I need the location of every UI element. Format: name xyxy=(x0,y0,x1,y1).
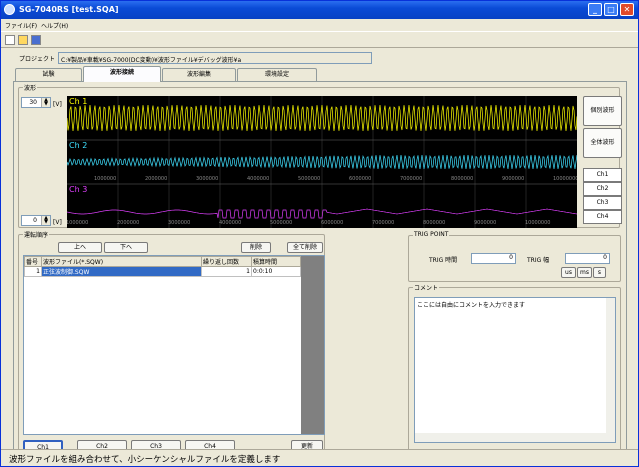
maximize-button[interactable]: □ xyxy=(604,3,618,16)
project-path: C:¥製品¥車載¥SG-7000(DC変動)¥波形ファイル¥デバッグ波形¥a xyxy=(58,52,372,64)
row-file[interactable]: 正弦波制御.SQW xyxy=(41,266,202,277)
minimize-button[interactable]: _ xyxy=(588,3,602,16)
table-header: 番号 波形ファイル(*.SQW) 繰り返し回数 積算時間 xyxy=(24,256,301,267)
trig-time-label: TRIG 時間 xyxy=(429,257,458,264)
time-tick-label: 7000000 xyxy=(372,220,394,226)
time-tick-label: 9000000 xyxy=(474,220,496,226)
wave-group: 波形 30 ▲ ▼ [V] 0 ▲ ▼ [V] Ch 1 Ch 2 Ch 3 1000000 1… xyxy=(18,83,622,228)
trig-group-label: TRIG POINT xyxy=(413,231,450,238)
menu-help[interactable]: ヘルプ(H) xyxy=(41,21,68,30)
table-empty-area xyxy=(24,277,301,434)
upper-voltage-value: 30 xyxy=(29,99,37,106)
time-tick-label: 3000000 xyxy=(168,220,190,226)
channel-selector: Ch1 Ch2 Ch3 Ch4 xyxy=(583,168,622,224)
upper-unit: [V] xyxy=(53,101,62,108)
time-tick-label: 4000000 xyxy=(247,176,269,182)
waveform-display[interactable]: Ch 1 Ch 2 Ch 3 1000000 1000000 2000000 2000000… xyxy=(66,96,578,228)
row-repeat[interactable]: 1 xyxy=(201,266,252,277)
tab-settings[interactable]: 環境設定 xyxy=(237,68,317,81)
lower-voltage-value: 0 xyxy=(33,217,37,224)
comment-vscrollbar[interactable] xyxy=(606,298,615,442)
time-tick-label: 2000000 xyxy=(117,220,139,226)
new-file-icon[interactable] xyxy=(5,35,15,45)
row-number: 1 xyxy=(24,266,42,277)
wave-group-label: 波形 xyxy=(23,83,38,92)
order-group: 運転順序 上へ 下へ 削除 全て削除 番号 波形ファイル(*.SQW) 繰り返し… xyxy=(18,230,325,455)
time-tick-label: 3000000 xyxy=(196,176,218,182)
menu-file[interactable]: ファイル(F) xyxy=(5,21,37,30)
waveform-plot: Ch 1 Ch 2 Ch 3 1000000 1000000 2000000 2000000… xyxy=(66,96,578,228)
all-wave-button[interactable]: 全体波形 xyxy=(583,128,622,158)
open-folder-icon[interactable] xyxy=(18,35,28,45)
time-tick-label: 6000000 xyxy=(321,220,343,226)
col-number[interactable]: 番号 xyxy=(24,256,42,267)
tab-panel: 波形 30 ▲ ▼ [V] 0 ▲ ▼ [V] Ch 1 Ch 2 Ch 3 1000000 1… xyxy=(13,81,627,459)
channel-button-3[interactable]: Ch3 xyxy=(583,196,622,210)
spin-arrows-icon[interactable]: ▲ ▼ xyxy=(41,98,50,107)
time-tick-label: 8000000 xyxy=(451,176,473,182)
order-table[interactable]: 番号 波形ファイル(*.SQW) 繰り返し回数 積算時間 1 正弦波制御.SQW… xyxy=(23,255,325,435)
toolbar xyxy=(1,31,638,48)
time-tick-label: 8000000 xyxy=(423,220,445,226)
channel-label-2: Ch 2 xyxy=(69,141,87,150)
comment-textarea[interactable]: ここには自由にコメントを入力できます xyxy=(414,297,616,443)
channel-button-4[interactable]: Ch4 xyxy=(583,210,622,224)
tab-test[interactable]: 試験 xyxy=(15,68,82,81)
time-tick-label: 1000000 xyxy=(94,176,116,182)
row-time: 0:0:10 xyxy=(251,266,301,277)
project-row: プロジェクト C:¥製品¥車載¥SG-7000(DC変動)¥波形ファイル¥デバッ… xyxy=(1,50,638,66)
channel-label-1: Ch 1 xyxy=(69,97,87,106)
comment-group-label: コメント xyxy=(413,283,440,292)
order-group-label: 運転順序 xyxy=(23,230,50,239)
time-tick-label: 6000000 xyxy=(349,176,371,182)
time-tick-label: 7000000 xyxy=(400,176,422,182)
move-down-button[interactable]: 下へ xyxy=(104,242,148,253)
title-bar: SG-7040RS [test.SQA] _ □ ✕ xyxy=(1,1,638,19)
upper-voltage-spinner[interactable]: 30 ▲ ▼ xyxy=(21,97,51,108)
channel-button-2[interactable]: Ch2 xyxy=(583,182,622,196)
table-row[interactable]: 1 正弦波制御.SQW 1 0:0:10 xyxy=(24,266,301,277)
tab-wave-edit[interactable]: 波形編集 xyxy=(162,68,236,81)
status-bar: 波形ファイルを組み合わせて、小シーケンシャルファイルを定義します xyxy=(1,449,638,466)
delete-button[interactable]: 削除 xyxy=(241,242,271,253)
lower-unit: [V] xyxy=(53,219,62,226)
spin-arrows-icon[interactable]: ▲ ▼ xyxy=(41,216,50,225)
individual-wave-button[interactable]: 個別波形 xyxy=(583,96,622,126)
time-tick-label: 5000000 xyxy=(298,176,320,182)
app-icon xyxy=(4,4,15,15)
col-file[interactable]: 波形ファイル(*.SQW) xyxy=(41,256,202,267)
delete-all-button[interactable]: 全て削除 xyxy=(287,242,323,253)
save-icon[interactable] xyxy=(31,35,41,45)
trig-width-input[interactable]: 0 xyxy=(565,253,610,264)
time-tick-label: 1000000 xyxy=(67,220,88,226)
col-time[interactable]: 積算時間 xyxy=(251,256,301,267)
time-tick-label: 5000000 xyxy=(270,220,292,226)
unit-ms-button[interactable]: ms xyxy=(577,267,592,278)
time-tick-label: 9000000 xyxy=(502,176,524,182)
trig-time-input[interactable]: 0 xyxy=(471,253,516,264)
trig-width-label: TRIG 幅 xyxy=(527,257,550,264)
menu-bar: ファイル(F) ヘルプ(H) xyxy=(1,19,638,31)
channel-label-3: Ch 3 xyxy=(69,185,87,194)
unit-us-button[interactable]: us xyxy=(561,267,576,278)
main-window: SG-7040RS [test.SQA] _ □ ✕ ファイル(F) ヘルプ(H… xyxy=(0,0,639,467)
col-repeat[interactable]: 繰り返し回数 xyxy=(201,256,252,267)
tab-wave-connect[interactable]: 波形接続 xyxy=(83,66,161,82)
comment-hscrollbar[interactable] xyxy=(415,433,606,442)
comment-group: コメント ここには自由にコメントを入力できます xyxy=(408,283,621,455)
channel-button-1[interactable]: Ch1 xyxy=(583,168,622,182)
trig-group: TRIG POINT TRIG 時間 0 TRIG 幅 0 us ms s xyxy=(408,231,621,282)
close-button[interactable]: ✕ xyxy=(620,3,634,16)
move-up-button[interactable]: 上へ xyxy=(58,242,102,253)
time-tick-label: 10000000 xyxy=(553,176,577,182)
project-label: プロジェクト xyxy=(19,56,56,63)
time-tick-label: 10000000 xyxy=(525,220,550,226)
window-title: SG-7040RS [test.SQA] xyxy=(19,5,119,14)
lower-voltage-spinner[interactable]: 0 ▲ ▼ xyxy=(21,215,51,226)
unit-s-button[interactable]: s xyxy=(593,267,606,278)
time-tick-label: 2000000 xyxy=(145,176,167,182)
time-tick-label: 4000000 xyxy=(219,220,241,226)
